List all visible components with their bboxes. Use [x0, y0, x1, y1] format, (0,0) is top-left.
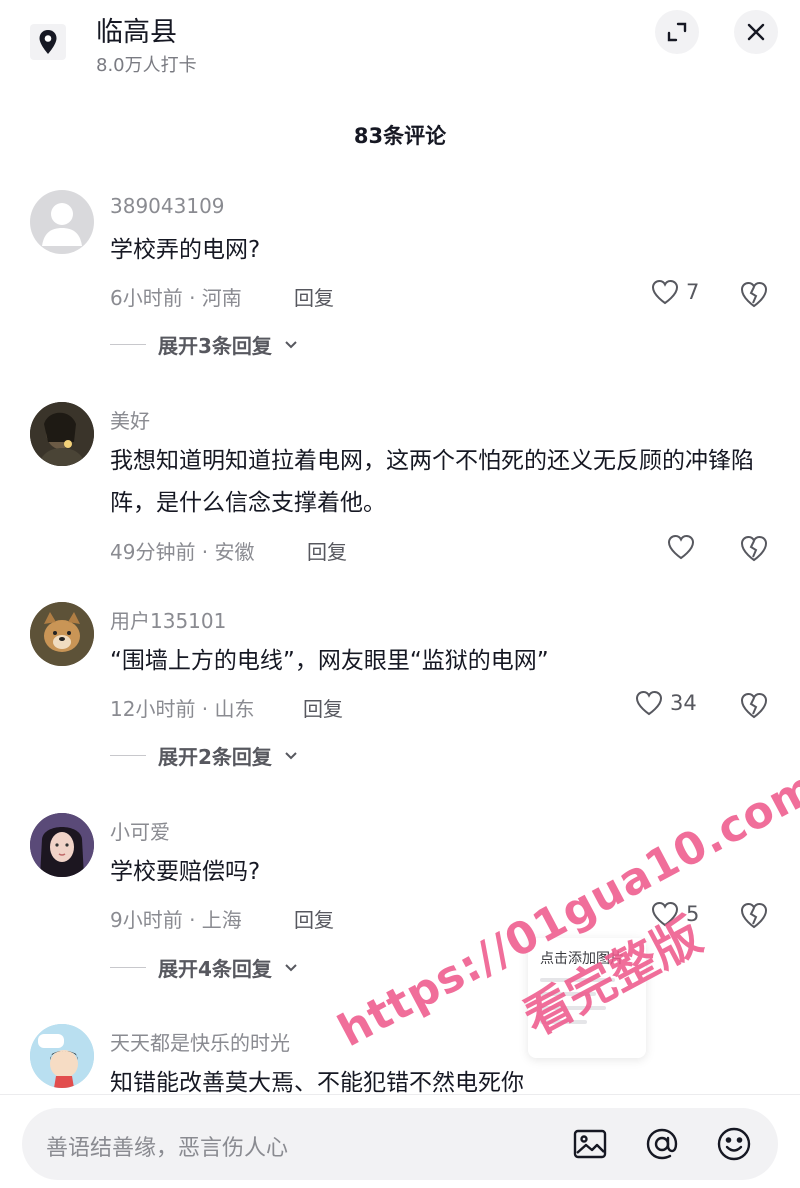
divider	[110, 755, 146, 756]
avatar[interactable]	[30, 402, 94, 466]
comment-username[interactable]: 天天都是快乐的时光	[110, 1027, 290, 1056]
comments-count-title: 83条评论	[353, 124, 447, 148]
reply-button[interactable]: 回复	[307, 536, 347, 565]
expand-icon	[667, 22, 687, 42]
location-pin-icon	[39, 30, 57, 54]
close-button[interactable]	[734, 10, 778, 54]
expand-replies-label: 展开4条回复	[158, 957, 272, 981]
comment-username[interactable]: 389043109	[110, 194, 225, 218]
like-button[interactable]: 5	[650, 900, 699, 928]
comment-time-location: 6小时前 · 河南	[110, 286, 242, 310]
like-count: 34	[670, 691, 697, 715]
comment-text: “围墙上方的电线”，网友眼里“监狱的电网”	[110, 648, 549, 674]
comment-username[interactable]: 用户135101	[110, 605, 226, 634]
heart-icon	[651, 901, 679, 927]
reply-button[interactable]: 回复	[294, 282, 334, 311]
at-mention-icon	[646, 1128, 678, 1160]
reply-button[interactable]: 回复	[303, 693, 343, 722]
avatar[interactable]	[30, 190, 94, 254]
like-button[interactable]: 7	[650, 278, 699, 306]
comment-username[interactable]: 美好	[110, 405, 150, 434]
heart-icon	[635, 690, 663, 716]
expand-replies[interactable]: 展开4条回复	[110, 953, 298, 982]
heart-icon	[667, 534, 695, 560]
comment-time-location: 49分钟前 · 安徽	[110, 540, 255, 564]
comment-text: 我想知道明知道拉着电网，这两个不怕死的还义无反顾的冲锋陷阵，是什么信念支撑着他。	[110, 448, 754, 516]
preview-line	[540, 1006, 606, 1010]
comment-input-bar[interactable]: 善语结善缘，恶言伤人心	[22, 1108, 778, 1180]
expand-button[interactable]	[655, 10, 699, 54]
like-button[interactable]: 34	[634, 689, 697, 717]
divider	[0, 1094, 800, 1095]
comment-text: 知错能改善莫大焉、不能犯错不然电死你	[110, 1070, 524, 1096]
divider	[110, 967, 146, 968]
expand-replies[interactable]: 展开2条回复	[110, 741, 298, 770]
location-pin-button[interactable]	[30, 24, 66, 60]
comment-text: 学校要赔偿吗?	[110, 859, 261, 885]
broken-heart-icon[interactable]	[738, 900, 770, 930]
comment-input-placeholder[interactable]: 善语结善缘，恶言伤人心	[46, 1130, 288, 1162]
broken-heart-icon[interactable]	[738, 279, 770, 309]
preview-line	[540, 978, 616, 982]
add-image-card[interactable]: 点击添加图片	[528, 938, 646, 1058]
checkin-count: 8.0万人打卡	[96, 55, 197, 76]
preview-line	[540, 1020, 587, 1024]
broken-heart-icon[interactable]	[738, 533, 770, 563]
add-image-label: 点击添加图片	[540, 951, 624, 967]
close-icon	[747, 23, 765, 41]
chevron-down-icon	[285, 751, 297, 759]
expand-replies-label: 展开2条回复	[158, 745, 272, 769]
comment-username[interactable]: 小可爱	[110, 816, 170, 845]
chevron-down-icon	[285, 963, 297, 971]
emoji-button[interactable]	[714, 1124, 754, 1164]
divider	[110, 344, 146, 345]
like-button[interactable]	[666, 533, 702, 561]
location-name[interactable]: 临高县	[96, 10, 177, 49]
broken-heart-icon[interactable]	[738, 690, 770, 720]
image-button[interactable]	[570, 1124, 610, 1164]
heart-icon	[651, 279, 679, 305]
image-icon	[573, 1129, 607, 1159]
mention-button[interactable]	[642, 1124, 682, 1164]
like-count: 5	[686, 902, 700, 926]
chevron-down-icon	[285, 340, 297, 348]
expand-replies-label: 展开3条回复	[158, 334, 272, 358]
avatar[interactable]	[30, 1024, 94, 1088]
comment-text: 学校弄的电网?	[110, 237, 261, 263]
reply-button[interactable]: 回复	[294, 904, 334, 933]
emoji-icon	[717, 1127, 751, 1161]
preview-line	[540, 992, 597, 996]
expand-replies[interactable]: 展开3条回复	[110, 330, 298, 359]
avatar[interactable]	[30, 602, 94, 666]
avatar[interactable]	[30, 813, 94, 877]
comment-time-location: 9小时前 · 上海	[110, 908, 242, 932]
like-count: 7	[686, 280, 700, 304]
comment-time-location: 12小时前 · 山东	[110, 697, 255, 721]
